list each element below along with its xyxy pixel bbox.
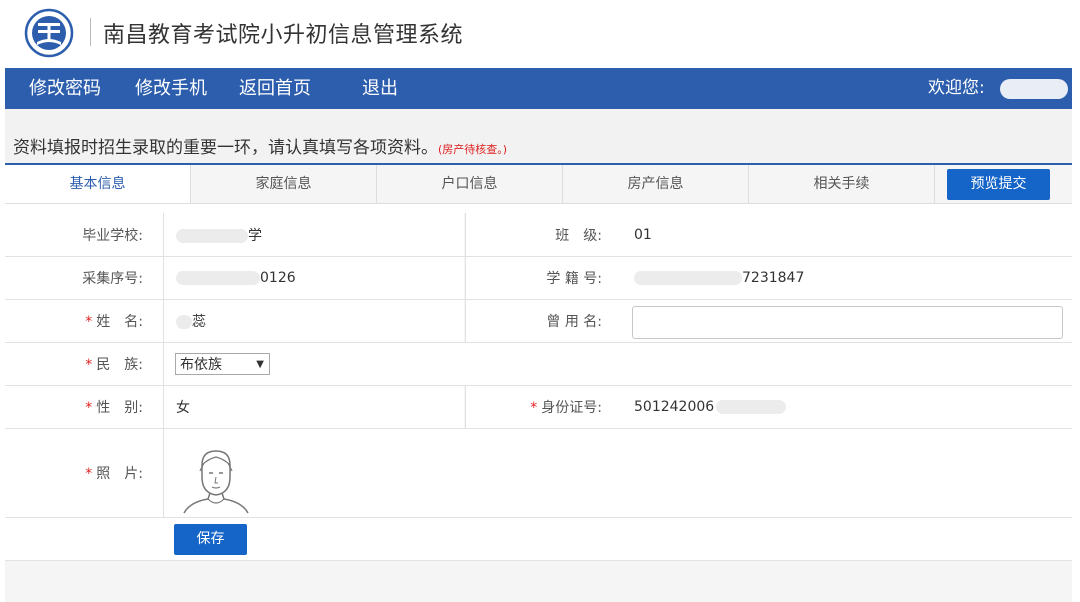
redacted-mask (176, 228, 248, 243)
school-label: 毕业学校: (82, 227, 143, 244)
redacted-mask (176, 271, 260, 285)
tab-property-info[interactable]: 房产信息 (563, 165, 749, 203)
tab-bar: 基本信息 家庭信息 户口信息 房产信息 相关手续 预览提交 (5, 165, 1072, 204)
redacted-mask (716, 400, 787, 414)
required-mark: * (85, 314, 93, 330)
id-no-value: 501242006 (634, 399, 787, 415)
tab-basic-info[interactable]: 基本信息 (5, 165, 191, 203)
former-name-input[interactable] (632, 306, 1063, 339)
nav-bar: 修改密码 修改手机 返回首页 退出 欢迎您: (5, 68, 1072, 109)
redacted-mask (634, 271, 742, 285)
required-mark: * (85, 400, 93, 416)
name-label: 姓 名: (96, 314, 143, 330)
nav-logout[interactable]: 退出 (362, 68, 398, 109)
nav-change-phone[interactable]: 修改手机 (135, 68, 207, 109)
collect-no-label: 采集序号: (82, 271, 143, 287)
form-row-gender: * 性 别: 女 * 身份证号: 501242006 (5, 386, 1072, 429)
nav-back-home[interactable]: 返回首页 (239, 68, 311, 109)
name-value: 蕊 (176, 311, 206, 331)
header-divider (90, 18, 91, 46)
form-row-collect-no: 采集序号: 0126 学 籍 号: 7231847 (5, 257, 1072, 300)
redacted-mask (176, 315, 192, 329)
gender-label: 性 别: (96, 400, 143, 416)
class-value: 01 (634, 226, 652, 243)
tab-family-info[interactable]: 家庭信息 (191, 165, 377, 203)
id-no-label: 身份证号: (541, 400, 602, 416)
form-row-name: * 姓 名: 蕊 曾 用 名: (5, 300, 1072, 343)
former-name-label: 曾 用 名: (546, 314, 602, 330)
welcome-text: 欢迎您: (928, 78, 985, 98)
ethnicity-label: 民 族: (96, 357, 143, 373)
school-emblem-icon (24, 8, 74, 58)
preview-submit-button[interactable]: 预览提交 (947, 169, 1050, 200)
class-label: 班 级: (555, 227, 602, 244)
form-row-actions: 保存 (5, 518, 1072, 561)
student-no-label: 学 籍 号: (546, 271, 602, 287)
header: 南昌教育考试院小升初信息管理系统 (0, 0, 1080, 68)
system-title: 南昌教育考试院小升初信息管理系统 (103, 23, 464, 48)
basic-info-form: 毕业学校: 学 班 级: 01 采集序号: 0126 学 籍 号: 723184… (5, 213, 1072, 602)
tab-procedures[interactable]: 相关手续 (749, 165, 935, 203)
required-mark: * (530, 400, 538, 416)
form-row-school: 毕业学校: 学 班 级: 01 (5, 213, 1072, 257)
nav-change-password[interactable]: 修改密码 (29, 68, 101, 109)
avatar-placeholder-icon[interactable] (180, 447, 252, 515)
notice-text: 资料填报时招生录取的重要一环，请认真填写各项资料。(房产待核查。) (13, 133, 507, 158)
student-no-value: 7231847 (634, 270, 804, 286)
ethnicity-selected: 布依族 (180, 357, 222, 373)
notice-main: 资料填报时招生录取的重要一环，请认真填写各项资料。 (13, 138, 438, 158)
user-name-redacted (1000, 79, 1068, 99)
notice-bar: 资料填报时招生录取的重要一环，请认真填写各项资料。(房产待核查。) (5, 109, 1072, 165)
save-button[interactable]: 保存 (174, 524, 247, 555)
dropdown-arrow-icon: ▼ (256, 359, 264, 370)
photo-label: 照 片: (96, 466, 143, 482)
form-row-ethnicity: * 民 族: 布依族 ▼ (5, 343, 1072, 386)
tab-household-info[interactable]: 户口信息 (377, 165, 563, 203)
required-mark: * (85, 466, 93, 482)
collect-no-value: 0126 (176, 270, 296, 286)
school-value: 学 (176, 225, 262, 245)
gender-value: 女 (176, 400, 190, 416)
form-row-photo: * 照 片: (5, 429, 1072, 518)
notice-property-status: (房产待核查。) (438, 143, 508, 156)
required-mark: * (85, 357, 93, 373)
ethnicity-select[interactable]: 布依族 ▼ (175, 353, 270, 375)
